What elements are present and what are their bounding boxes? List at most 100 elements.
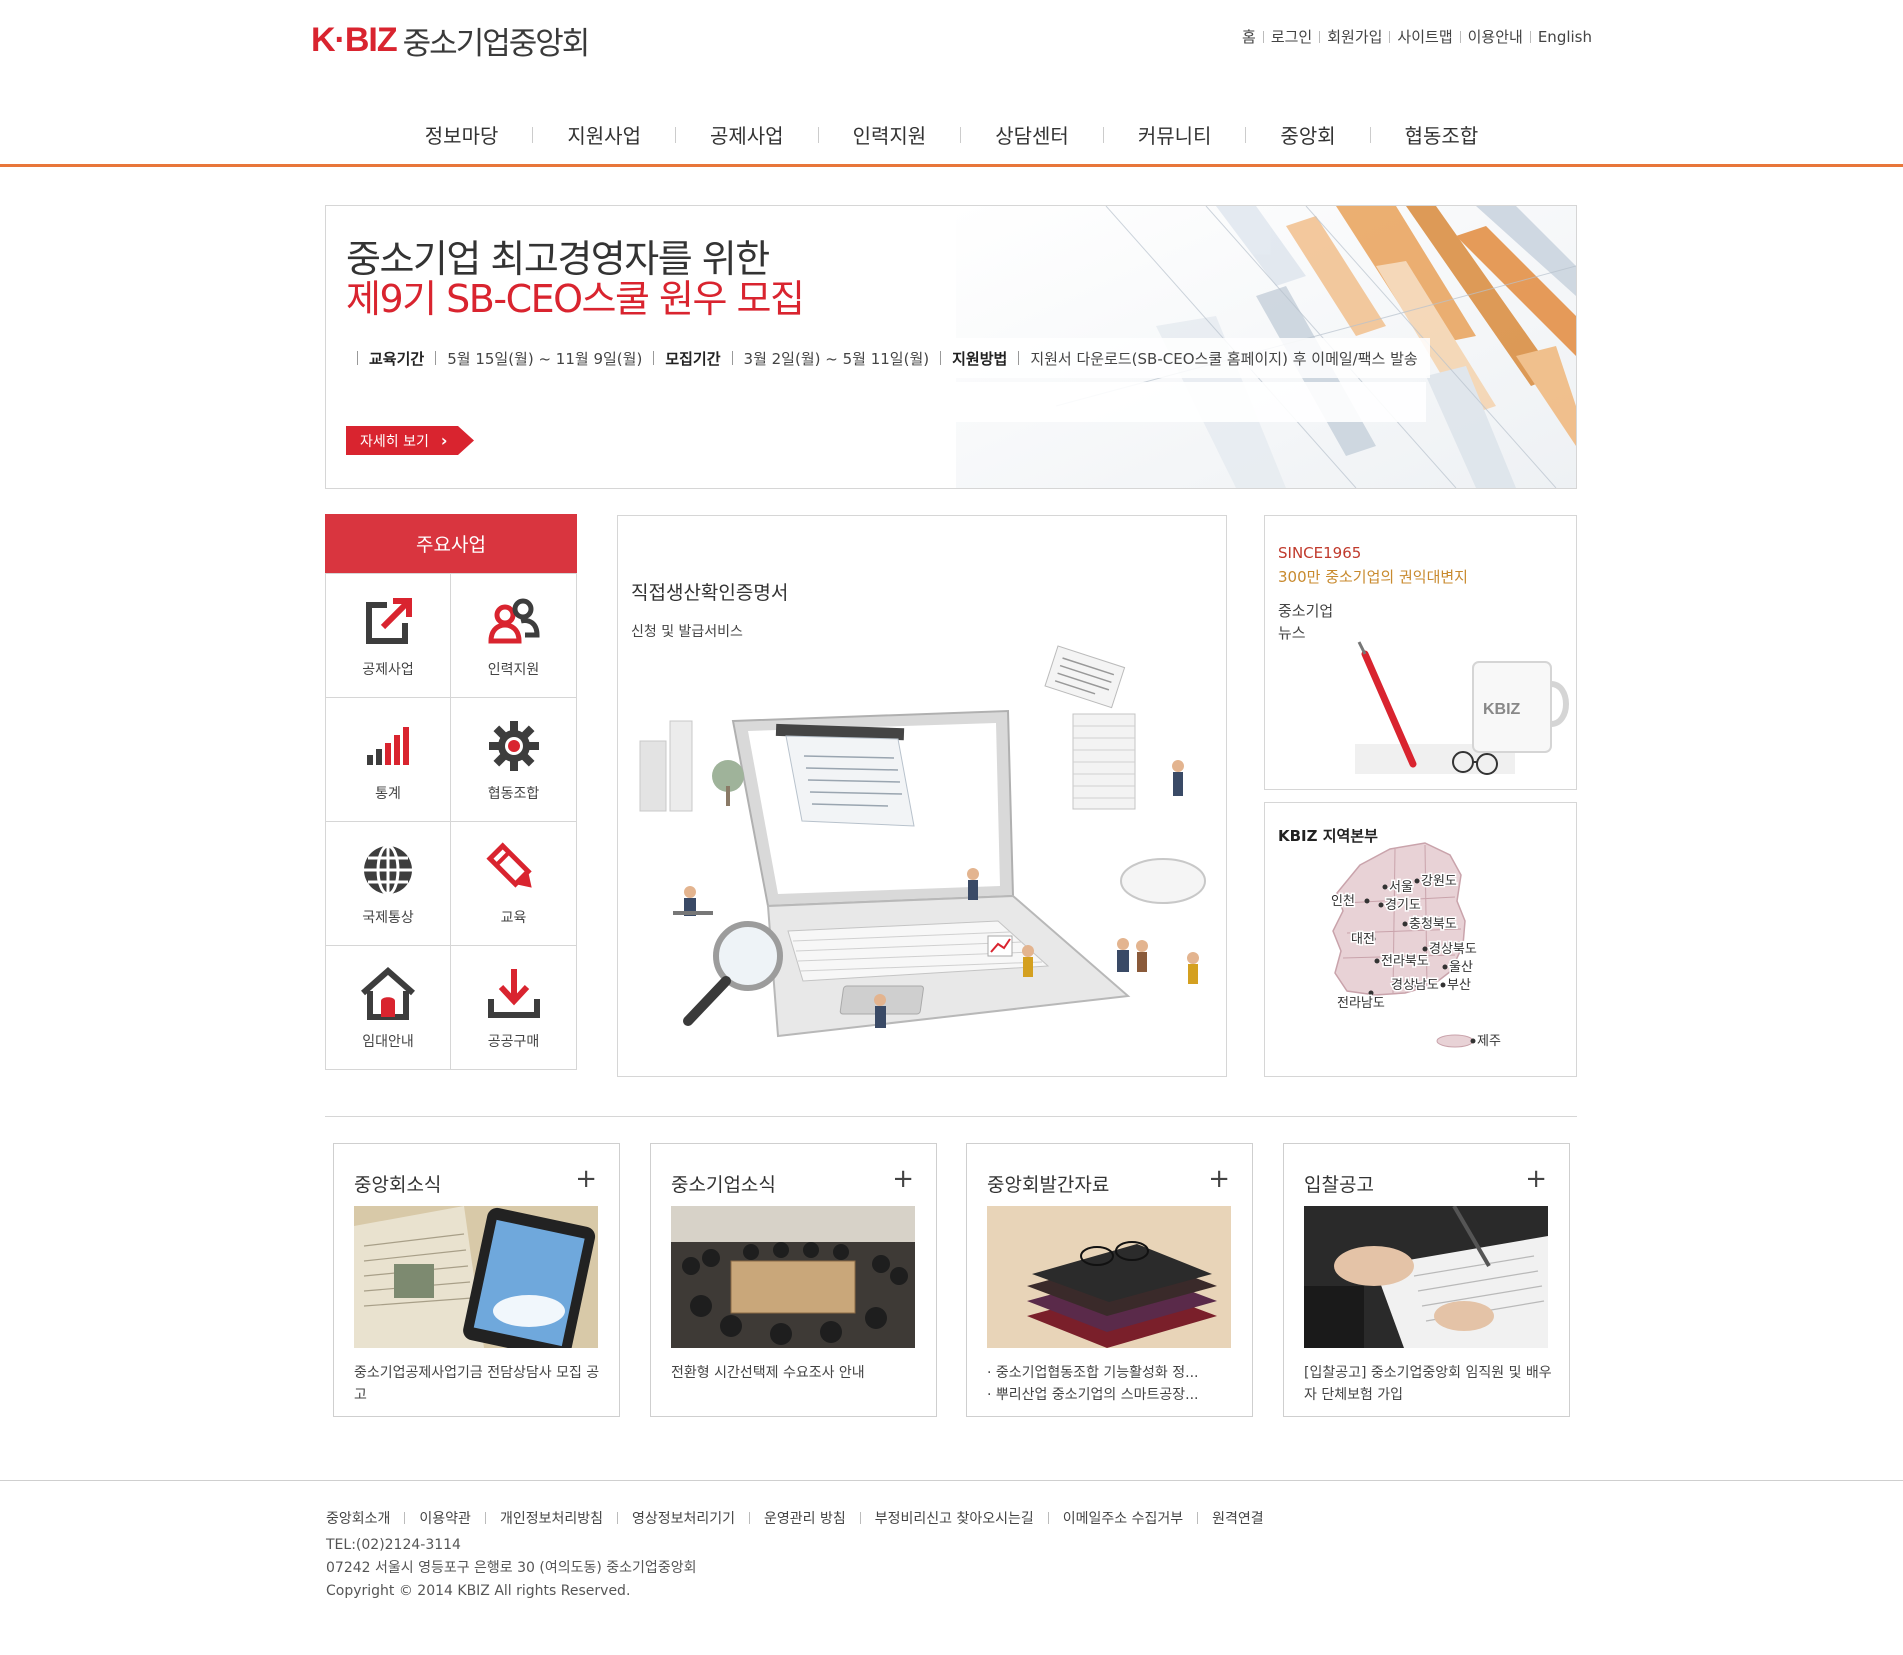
divider	[1262, 30, 1264, 43]
plus-icon[interactable]: +	[1208, 1166, 1230, 1192]
card-title[interactable]: 중앙회소식	[354, 1170, 441, 1197]
util-join-link[interactable]: 회원가입	[1327, 26, 1382, 47]
main-business-header: 주요사업	[325, 514, 577, 573]
biz-item-label: 협동조합	[487, 785, 540, 802]
footer-link-operation[interactable]: 운영관리 방침	[764, 1508, 846, 1528]
biz-item-statistics[interactable]: 통계	[326, 697, 451, 821]
region-label: 경기도	[1385, 898, 1421, 913]
banner-info-row: 교육기간 5월 15일(월) ~ 11월 9일(월) 모집기간 3월 2일(월)…	[346, 338, 1430, 378]
nav-item-federation[interactable]: 중앙회	[1280, 120, 1335, 149]
biz-item-label: 국제통상	[362, 909, 414, 926]
nav-item-cooperative[interactable]: 협동조합	[1405, 120, 1479, 149]
region-box-title: KBIZ 지역본부	[1278, 827, 1378, 845]
site-logo[interactable]: K·BIZ 중소기업중앙회	[311, 21, 590, 62]
card-link[interactable]: [입찰공고] 중소기업중앙회 임직원 및 배우자 단체보험 가입	[1304, 1365, 1552, 1403]
news-card: 중앙회소식 + 중소기업공제사업기금 전담상담사 모집 공고	[333, 1143, 620, 1417]
gear-icon	[488, 720, 539, 771]
news-card: 입찰공고 + [입찰공고] 중소기업중앙회 임직원 및 배우자 단체보험 가입	[1283, 1143, 1570, 1417]
card-text: 중소기업공제사업기금 전담상담사 모집 공고	[354, 1362, 602, 1406]
nav-item-support[interactable]: 지원사업	[567, 120, 641, 149]
promo-banner[interactable]: 중소기업 최고경영자를 위한 제9기 SB-CEO스쿨 원우 모집 교육기간 5…	[325, 205, 1577, 489]
banner-more-button[interactable]: 자세히 보기 ›	[346, 426, 474, 455]
region-label: 전라북도	[1381, 954, 1429, 969]
divider	[1319, 30, 1321, 43]
footer-link-terms[interactable]: 이용약관	[419, 1508, 471, 1528]
divider	[940, 351, 942, 365]
news-title-line2: 뉴스	[1278, 624, 1306, 642]
biz-item-cooperative[interactable]: 협동조합	[451, 697, 576, 821]
feature-title: 직접생산확인증명서	[631, 582, 789, 604]
footer-tel: TEL:(02)2124-3114	[326, 1537, 461, 1553]
card-link[interactable]: 중소기업공제사업기금 전담상담사 모집 공고	[354, 1365, 599, 1403]
card-thumbnail[interactable]	[987, 1206, 1231, 1348]
footer-link-cctv[interactable]: 영상정보처리기기	[632, 1508, 735, 1528]
main-nav: 정보마당 지원사업 공제사업 인력지원 상담센터 커뮤니티 중앙회 협동조합	[0, 120, 1903, 149]
sme-news-box[interactable]: KBIZ SINCE1965 300만 중소기업의 권익대변지 중소기업 뉴스	[1264, 515, 1577, 790]
news-tagline: 300만 중소기업의 권익대변지	[1278, 568, 1468, 586]
biz-item-manpower[interactable]: 인력지원	[451, 573, 576, 697]
card-text: 전환형 시간선택제 수요조사 안내	[671, 1362, 919, 1384]
divider	[1529, 30, 1531, 43]
nav-item-info[interactable]: 정보마당	[425, 120, 499, 149]
nav-item-community[interactable]: 커뮤니티	[1138, 120, 1212, 149]
nav-item-consulting[interactable]: 상담센터	[995, 120, 1069, 149]
biz-item-label: 통계	[375, 785, 401, 802]
divider	[1102, 126, 1104, 143]
card-text: [입찰공고] 중소기업중앙회 임직원 및 배우자 단체보험 가입	[1304, 1362, 1552, 1406]
external-link-icon	[366, 597, 412, 644]
biz-item-public-purchase[interactable]: 공공구매	[451, 945, 576, 1069]
card-link-text: 중소기업협동조합 기능활성화 정...	[995, 1365, 1199, 1381]
divider	[749, 1512, 751, 1524]
banner-more-label: 자세히 보기	[360, 433, 429, 450]
laptop-document-illustration	[639, 645, 1206, 1038]
region-label: 충청북도	[1409, 917, 1457, 932]
nav-item-mutual-aid[interactable]: 공제사업	[710, 120, 784, 149]
divider	[404, 1512, 406, 1524]
regional-office-box[interactable]: 서울 강원도 인천 경기도 충청북도 대전 경상북도 전라북도 울산 경상남도 …	[1264, 802, 1577, 1077]
direct-production-feature[interactable]: 직접생산확인증명서 신청 및 발급서비스	[617, 515, 1227, 1077]
plus-icon[interactable]: +	[892, 1166, 914, 1192]
plus-icon[interactable]: +	[1525, 1166, 1547, 1192]
card-link[interactable]: · 뿌리산업 중소기업의 스마트공장...	[987, 1384, 1235, 1406]
biz-item-label: 교육	[500, 909, 527, 926]
card-link[interactable]: 전환형 시간선택제 수요조사 안내	[671, 1365, 865, 1381]
divider	[484, 1512, 486, 1524]
main-business-grid: 공제사업 인력지원 통계 협동조합 국제통상 교육 임대안내 공공구매	[325, 573, 577, 1070]
card-thumbnail[interactable]	[354, 1206, 598, 1348]
footer-link-email-reject[interactable]: 이메일주소 수집거부	[1063, 1508, 1183, 1528]
plus-icon[interactable]: +	[575, 1166, 597, 1192]
footer-link-remote[interactable]: 원격연결	[1212, 1508, 1264, 1528]
recruit-period-label: 모집기간	[665, 349, 721, 368]
card-title[interactable]: 중소기업소식	[671, 1170, 776, 1197]
footer-divider	[0, 1480, 1903, 1481]
util-home-link[interactable]: 홈	[1242, 26, 1256, 47]
nav-item-manpower[interactable]: 인력지원	[853, 120, 927, 149]
footer-info: TEL:(02)2124-3114 07242 서울시 영등포구 은행로 30 …	[326, 1534, 696, 1603]
utility-nav: 홈 로그인 회원가입 사이트맵 이용안내 English	[1242, 26, 1592, 47]
card-title[interactable]: 중앙회발간자료	[987, 1170, 1109, 1197]
biz-item-mutual-aid[interactable]: 공제사업	[326, 573, 451, 697]
section-divider	[325, 1116, 1577, 1117]
biz-item-rental[interactable]: 임대안내	[326, 945, 451, 1069]
region-label: 서울	[1389, 880, 1413, 895]
card-thumbnail[interactable]	[671, 1206, 915, 1348]
biz-item-education[interactable]: 교육	[451, 821, 576, 945]
news-since: SINCE1965	[1278, 544, 1362, 562]
util-english-link[interactable]: English	[1538, 28, 1592, 46]
footer-link-privacy[interactable]: 개인정보처리방침	[500, 1508, 603, 1528]
card-link[interactable]: · 중소기업협동조합 기능활성화 정...	[987, 1362, 1235, 1384]
divider	[357, 351, 358, 365]
card-thumbnail[interactable]	[1304, 1206, 1548, 1348]
util-guide-link[interactable]: 이용안내	[1468, 26, 1523, 47]
util-sitemap-link[interactable]: 사이트맵	[1397, 26, 1452, 47]
apply-method-label: 지원방법	[952, 349, 1008, 368]
footer-address: 07242 서울시 영등포구 은행로 30 (여의도동) 중소기업중앙회	[326, 1560, 697, 1576]
footer-link-report[interactable]: 부정비리신고 찾아오시는길	[875, 1508, 1034, 1528]
banner-title-line2: 제9기 SB-CEO스쿨 원우 모집	[346, 277, 805, 321]
divider	[1018, 351, 1020, 365]
util-login-link[interactable]: 로그인	[1271, 26, 1312, 47]
card-title[interactable]: 입찰공고	[1304, 1170, 1374, 1197]
divider	[435, 351, 437, 365]
footer-link-about[interactable]: 중앙회소개	[326, 1508, 390, 1528]
biz-item-trade[interactable]: 국제통상	[326, 821, 451, 945]
